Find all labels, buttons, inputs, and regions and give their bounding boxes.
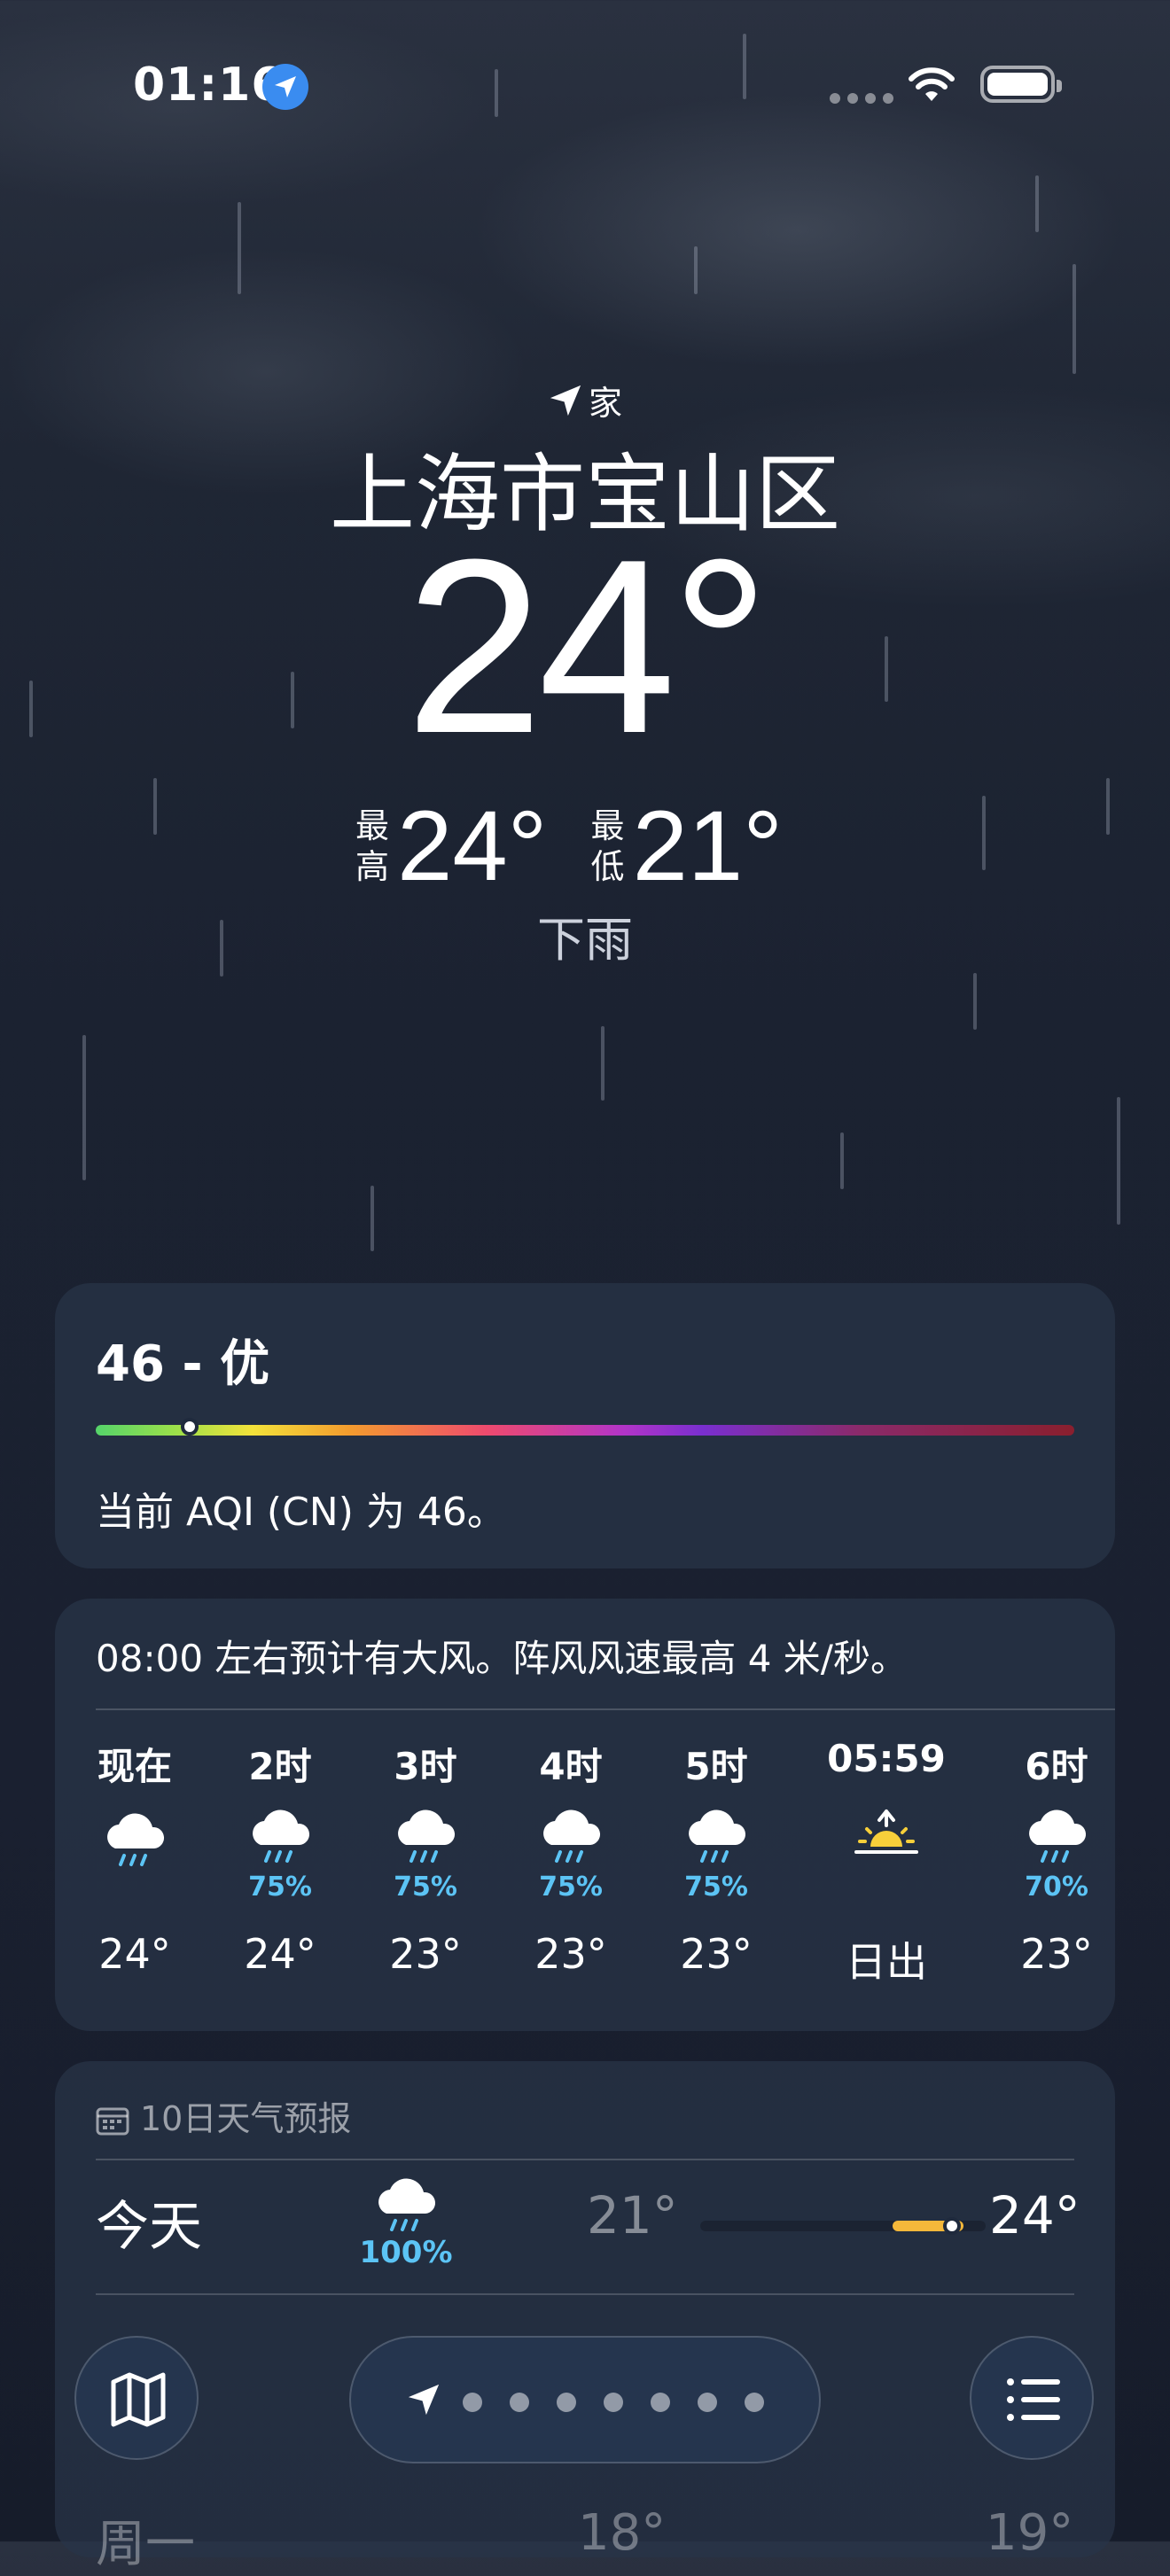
hour-temp: 24° — [98, 1930, 171, 1978]
page-dot[interactable] — [463, 2393, 482, 2412]
rain-icon: 75% — [363, 1806, 488, 1903]
hour-temp: 24° — [244, 1930, 316, 1978]
page-dot[interactable] — [698, 2393, 717, 2412]
day-high-temp: 24° — [989, 2185, 1080, 2245]
status-bar: 01:16 — [0, 53, 1170, 115]
hour-temp: 23° — [534, 1930, 607, 1978]
hour-item: 3时 75% 23° — [363, 1737, 488, 1978]
day-low-temp: 21° — [587, 2185, 678, 2245]
page-dot[interactable] — [745, 2393, 764, 2412]
hour-time: 现在 — [97, 1745, 172, 1788]
hour-precip: 75% — [539, 1872, 603, 1903]
hour-temp: 23° — [1020, 1930, 1093, 1978]
location-arrow-icon — [408, 2384, 440, 2416]
page-dot[interactable] — [604, 2393, 623, 2412]
hour-time: 2时 — [248, 1745, 312, 1788]
high-low-temps: 最高 24° 最低 21° — [0, 789, 1170, 903]
hour-time: 5时 — [684, 1745, 748, 1788]
ten-day-forecast-card[interactable]: 10日天气预报 今天 100% 21° 24° 周一 18° 19° — [55, 2061, 1115, 2573]
high-temp: 24° — [397, 790, 548, 901]
hour-temp: 23° — [680, 1930, 753, 1978]
battery-icon — [980, 66, 1062, 103]
hour-precip: 70% — [1025, 1872, 1088, 1903]
aqi-indicator — [181, 1418, 199, 1436]
hour-time: 3时 — [394, 1745, 457, 1788]
rain-icon: 100% — [344, 2175, 468, 2270]
weather-condition: 下雨 — [537, 912, 633, 968]
hour-item: 05:59 日出 — [824, 1737, 948, 1988]
location-arrow-icon — [262, 64, 308, 110]
hour-item: 现在 24° — [73, 1737, 197, 1978]
rain-icon: 75% — [509, 1806, 633, 1903]
divider — [96, 2159, 1074, 2160]
page-dot[interactable] — [510, 2393, 529, 2412]
wifi-icon — [909, 67, 955, 101]
home-label: 家 — [588, 384, 622, 423]
hour-temp: 23° — [389, 1930, 462, 1978]
high-label: 最高 — [355, 805, 389, 886]
day-high-temp: 19° — [986, 2504, 1074, 2562]
hourly-summary: 08:00 左右预计有大风。阵风风速最高 4 米/秒。 — [96, 1637, 908, 1680]
hour-time: 4时 — [539, 1745, 603, 1788]
aqi-card[interactable]: 46 - 优 当前 AQI (CN) 为 46。 — [55, 1283, 1115, 1568]
sunrise-icon — [824, 1806, 948, 1903]
day-precip: 100% — [359, 2235, 453, 2270]
list-button[interactable] — [970, 2336, 1094, 2460]
hourly-forecast-card[interactable]: 08:00 左右预计有大风。阵风风速最高 4 米/秒。 现在 24° 2时 75… — [55, 1599, 1115, 2031]
map-icon — [111, 2372, 166, 2427]
sunrise-label: 日出 — [846, 1938, 927, 1986]
cellular-dots-icon — [830, 90, 901, 107]
aqi-title: 46 - 优 — [96, 1335, 270, 1393]
home-location-label: 家 — [0, 376, 1170, 424]
day-name: 周一 — [96, 2516, 195, 2573]
low-temp: 21° — [632, 790, 784, 901]
day-name-today: 今天 — [96, 2196, 202, 2258]
day-low-temp: 18° — [578, 2504, 667, 2562]
status-time: 01:16 — [133, 58, 285, 112]
rain-icon: 75% — [654, 1806, 778, 1903]
ten-day-header: 10日天气预报 — [96, 2091, 351, 2140]
rain-icon — [73, 1806, 197, 1903]
rain-icon: 70% — [994, 1806, 1119, 1903]
current-temp-indicator — [943, 2217, 961, 2235]
aqi-description: 当前 AQI (CN) 为 46。 — [96, 1490, 506, 1535]
aqi-scale-bar — [96, 1425, 1074, 1436]
hour-item: 4时 75% 23° — [509, 1737, 633, 1978]
hour-precip: 75% — [684, 1872, 748, 1903]
rain-icon: 75% — [218, 1806, 342, 1903]
hour-precip: 75% — [248, 1872, 312, 1903]
ten-day-title: 10日天气预报 — [140, 2099, 352, 2138]
page-indicator[interactable] — [349, 2336, 821, 2463]
hour-time: 6时 — [1025, 1745, 1088, 1788]
list-icon — [1007, 2378, 1060, 2421]
calendar-icon — [96, 2107, 129, 2136]
hour-time: 05:59 — [827, 1737, 946, 1780]
page-dot[interactable] — [557, 2393, 576, 2412]
hour-item: 5时 75% 23° — [654, 1737, 778, 1978]
page-dot[interactable] — [651, 2393, 670, 2412]
current-temperature: 24° — [405, 509, 769, 785]
low-label: 最低 — [590, 805, 625, 886]
divider — [96, 2293, 1074, 2295]
map-button[interactable] — [74, 2336, 199, 2460]
hour-item: 2时 75% 24° — [218, 1737, 342, 1978]
location-arrow-icon — [550, 385, 581, 416]
divider — [96, 1708, 1115, 1710]
hour-precip: 75% — [394, 1872, 457, 1903]
hour-item: 6时 70% 23° — [994, 1737, 1119, 1978]
